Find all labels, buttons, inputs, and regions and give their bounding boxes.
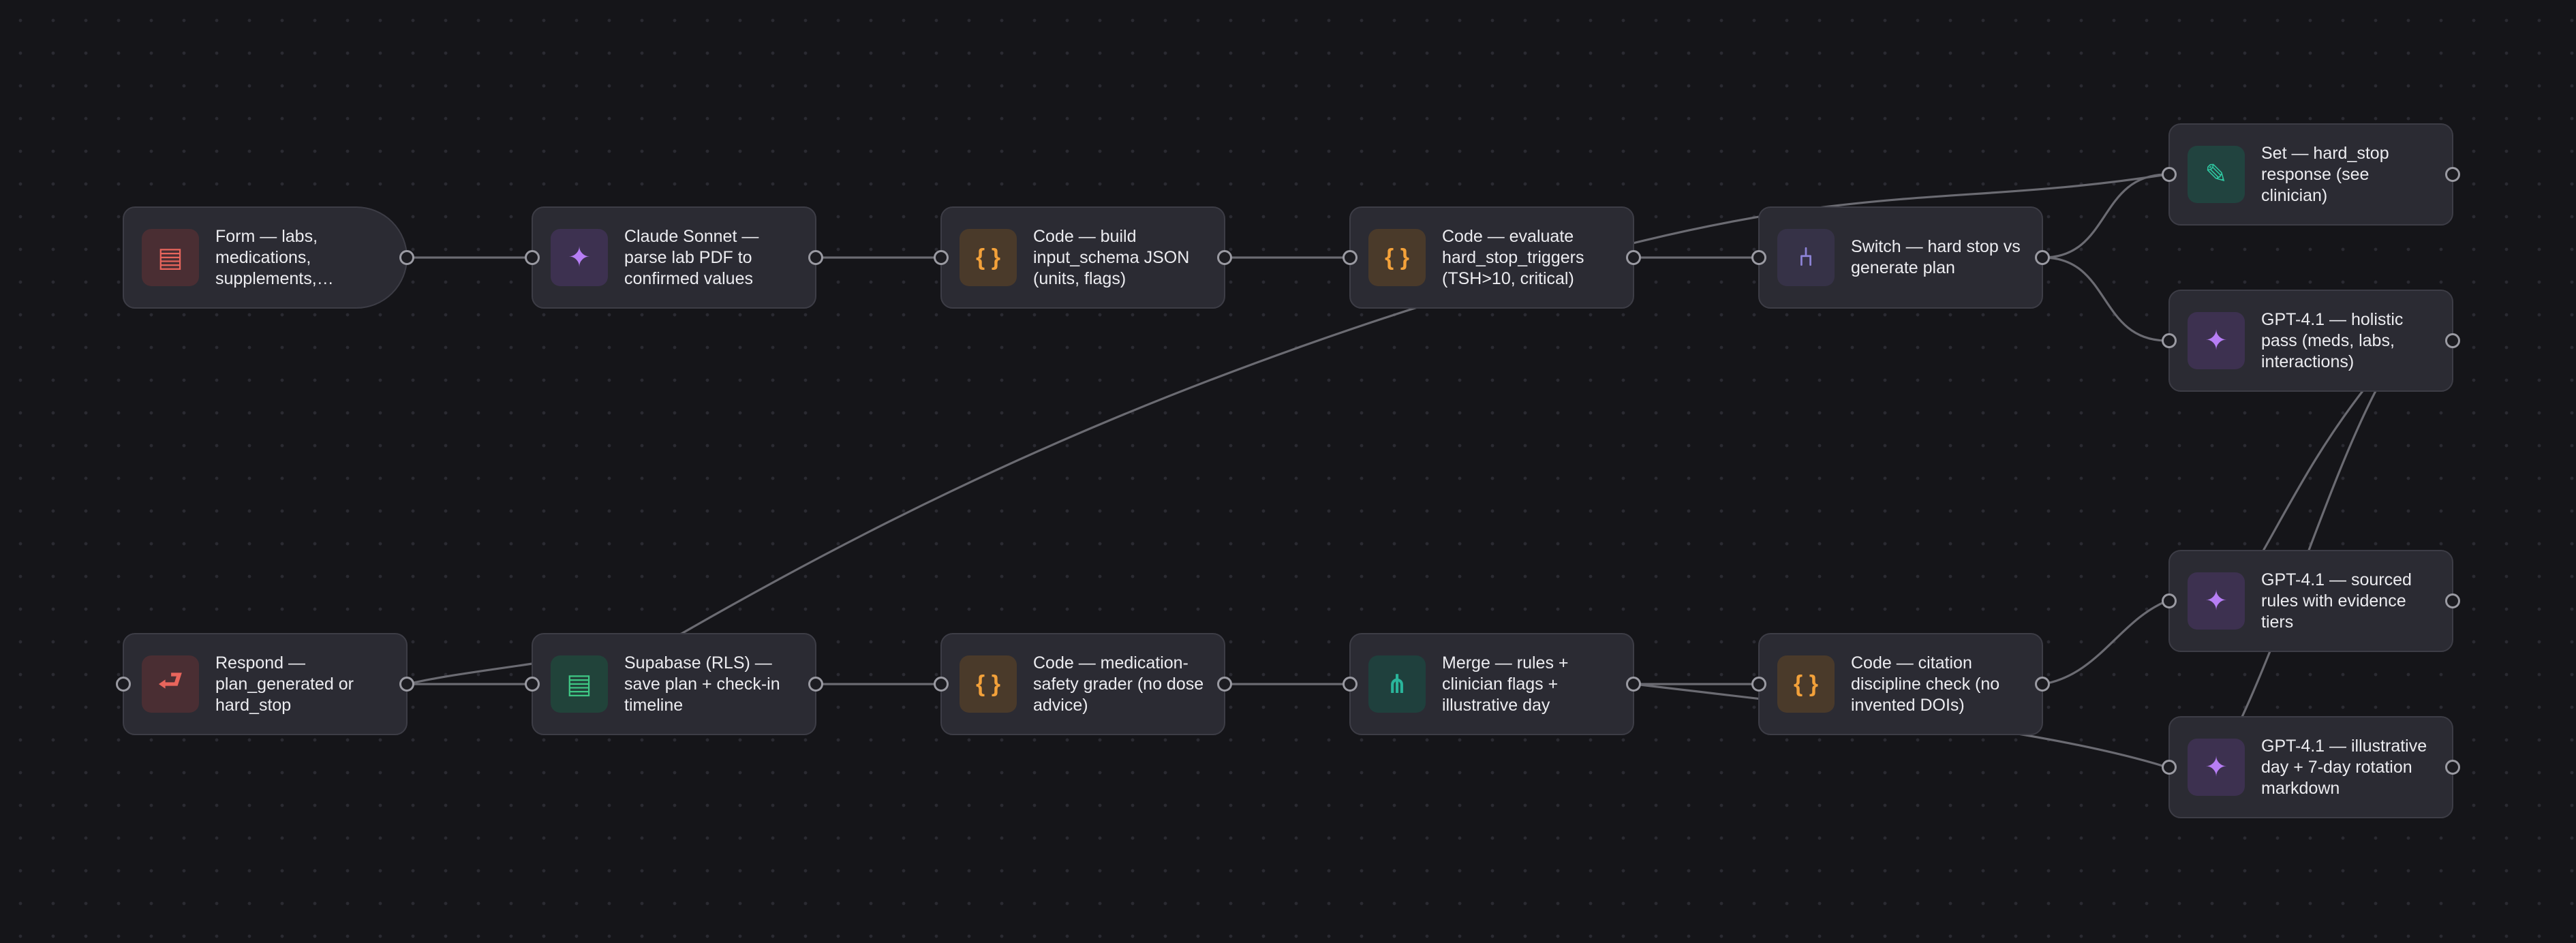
merge-icon: ⋔ (1368, 655, 1426, 713)
input-handle[interactable] (1343, 250, 1358, 265)
output-handle[interactable] (399, 250, 414, 265)
edge-switch-to-gpt-holistic (2042, 256, 2168, 342)
workflow-canvas[interactable]: ▤ Form — labs, medications, supplements,… (0, 0, 2576, 943)
node-claude-sonnet-parse[interactable]: ✦ Claude Sonnet — parse lab PDF to confi… (525, 206, 823, 309)
database-table-icon: ▤ (551, 655, 608, 713)
node-label: Code — citation discipline check (no inv… (1851, 653, 2000, 715)
output-handle[interactable] (2445, 333, 2460, 348)
output-handle[interactable] (2445, 593, 2460, 608)
switch-fork-icon: ⑃ (1777, 229, 1835, 286)
node-supabase-save[interactable]: ▤ Supabase (RLS) — save plan + check-in … (525, 633, 823, 735)
sparkle-icon: ✦ (2188, 739, 2245, 796)
code-braces-icon: { } (1368, 229, 1426, 286)
input-handle[interactable] (2162, 167, 2177, 182)
node-form-trigger[interactable]: ▤ Form — labs, medications, supplements,… (123, 206, 414, 309)
sparkle-icon: ✦ (2188, 312, 2245, 369)
node-label: Switch — hard stop vs generate plan (1851, 237, 2021, 277)
sparkle-icon: ✦ (2188, 572, 2245, 630)
node-label: Merge — rules + clinician flags + illust… (1442, 653, 1569, 715)
form-icon: ▤ (142, 229, 199, 286)
sparkle-icon: ✦ (551, 229, 608, 286)
code-braces-icon: { } (1777, 655, 1835, 713)
pencil-icon: ✎ (2188, 146, 2245, 203)
node-respond[interactable]: ⮐ Respond — plan_generated or hard_stop (116, 633, 414, 735)
node-label: Set — hard_stop response (see clinician) (2261, 143, 2389, 205)
node-switch[interactable]: ⑃ Switch — hard stop vs generate plan (1751, 206, 2050, 309)
output-handle[interactable] (808, 250, 823, 265)
input-handle[interactable] (525, 250, 540, 265)
node-merge[interactable]: ⋔ Merge — rules + clinician flags + illu… (1343, 633, 1641, 735)
return-arrow-icon: ⮐ (142, 655, 199, 713)
output-handle[interactable] (1217, 677, 1232, 692)
output-handle[interactable] (808, 677, 823, 692)
node-code-evaluate-hardstop[interactable]: { } Code — evaluate hard_stop_triggers (… (1343, 206, 1641, 309)
code-braces-icon: { } (960, 655, 1017, 713)
node-label: Supabase (RLS) — save plan + check-in ti… (624, 653, 780, 715)
input-handle[interactable] (525, 677, 540, 692)
node-label: Respond — plan_generated or hard_stop (215, 653, 354, 715)
input-handle[interactable] (1751, 677, 1766, 692)
node-gpt-illustrative-day[interactable]: ✦ GPT-4.1 — illustrative day + 7-day rot… (2162, 716, 2460, 818)
output-handle[interactable] (2035, 677, 2050, 692)
node-code-safety-grader[interactable]: { } Code — medication-safety grader (no … (934, 633, 1232, 735)
output-handle[interactable] (399, 677, 414, 692)
input-handle[interactable] (1343, 677, 1358, 692)
code-braces-icon: { } (960, 229, 1017, 286)
output-handle[interactable] (2445, 167, 2460, 182)
input-handle[interactable] (2162, 760, 2177, 775)
input-handle[interactable] (1751, 250, 1766, 265)
output-handle[interactable] (2445, 760, 2460, 775)
output-handle[interactable] (1626, 677, 1641, 692)
edge-gpt-holistic-to-gpt-sourced (2261, 388, 2366, 553)
edge-code-citation-to-gpt-sourced (2042, 600, 2168, 685)
node-gpt-holistic[interactable]: ✦ GPT-4.1 — holistic pass (meds, labs, i… (2162, 290, 2460, 392)
node-label: Code — medication-safety grader (no dose… (1033, 653, 1204, 715)
node-label: GPT-4.1 — illustrative day + 7-day rotat… (2261, 736, 2427, 798)
input-handle[interactable] (934, 677, 949, 692)
output-handle[interactable] (1626, 250, 1641, 265)
input-handle[interactable] (116, 677, 131, 692)
node-label: Code — evaluate hard_stop_triggers (TSH>… (1442, 226, 1584, 288)
output-handle[interactable] (2035, 250, 2050, 265)
node-label: Claude Sonnet — parse lab PDF to confirm… (624, 226, 759, 288)
input-handle[interactable] (2162, 333, 2177, 348)
node-gpt-sourced-rules[interactable]: ✦ GPT-4.1 — sourced rules with evidence … (2162, 550, 2460, 652)
node-label: Code — build input_schema JSON (units, f… (1033, 226, 1190, 288)
input-handle[interactable] (2162, 593, 2177, 608)
node-code-build-schema[interactable]: { } Code — build input_schema JSON (unit… (934, 206, 1232, 309)
node-label: GPT-4.1 — holistic pass (meds, labs, int… (2261, 309, 2404, 371)
node-code-citation-check[interactable]: { } Code — citation discipline check (no… (1751, 633, 2050, 735)
node-label: Form — labs, medications, supplements,… (215, 226, 334, 288)
node-set-hardstop[interactable]: ✎ Set — hard_stop response (see clinicia… (2162, 123, 2460, 226)
input-handle[interactable] (934, 250, 949, 265)
node-label: GPT-4.1 — sourced rules with evidence ti… (2261, 570, 2412, 632)
output-handle[interactable] (1217, 250, 1232, 265)
